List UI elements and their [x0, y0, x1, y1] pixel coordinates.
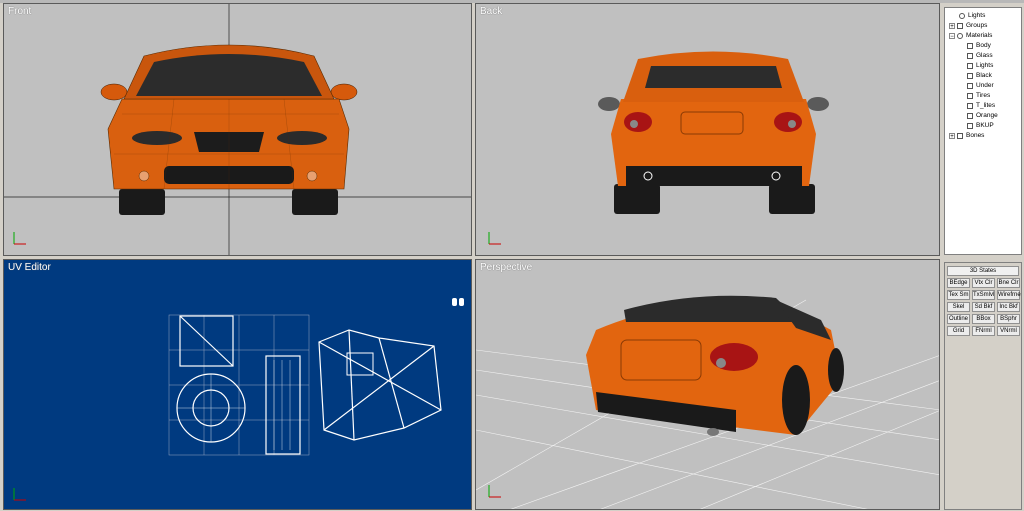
material-swatch-icon [967, 93, 973, 99]
front-viewport[interactable]: Front [3, 3, 472, 256]
material-swatch-icon [967, 63, 973, 69]
tree-item-material-lights[interactable]: Lights [967, 61, 993, 71]
collapse-icon[interactable]: − [949, 33, 955, 40]
back-car-render [488, 51, 829, 245]
tree-item-groups[interactable]: + Groups [949, 21, 987, 31]
group-icon [957, 23, 963, 29]
perspective-car-render [476, 295, 939, 509]
perspective-viewport-label: Perspective [480, 262, 533, 273]
state-button-skel[interactable]: Skel [947, 302, 970, 312]
tree-item-material-orange[interactable]: Orange [967, 111, 998, 121]
material-swatch-icon [967, 73, 973, 79]
state-button-inc-bkf[interactable]: Inc Bkf [997, 302, 1020, 312]
state-button-bedge[interactable]: BEdge [947, 278, 970, 288]
tree-item-materials[interactable]: − Materials [949, 31, 992, 41]
state-button-bsphr[interactable]: BSphr [997, 314, 1020, 324]
state-button-wireframe[interactable]: Wirefrne [997, 290, 1021, 300]
material-swatch-icon [967, 123, 973, 129]
3d-states-title-button[interactable]: 3D States [947, 266, 1019, 276]
state-button-bne-clr[interactable]: Bne Clr [997, 278, 1020, 288]
state-button-sd-bkf[interactable]: Sd Bkf [972, 302, 995, 312]
3d-states-panel: 3D States BEdge Vtx Clr Bne Clr Tex Sm T… [944, 262, 1022, 510]
tree-item-material-black[interactable]: Black [967, 71, 992, 81]
uv-editor-viewport[interactable]: UV Editor [3, 259, 472, 510]
tree-item-material-body[interactable]: Body [967, 41, 991, 51]
state-button-grid[interactable]: Grid [947, 326, 970, 336]
material-swatch-icon [967, 43, 973, 49]
perspective-viewport[interactable]: Perspective [475, 259, 940, 510]
material-icon [957, 33, 963, 39]
front-car-render [4, 4, 471, 255]
state-button-vtx-clr[interactable]: Vtx Clr [972, 278, 995, 288]
state-button-tex-sm[interactable]: Tex Sm [947, 290, 970, 300]
uv-layout-render [13, 298, 464, 501]
back-viewport-label: Back [480, 6, 503, 17]
tree-item-material-t-lites[interactable]: T_lites [967, 101, 995, 111]
back-viewport[interactable]: Back [475, 3, 940, 256]
tree-item-material-tires[interactable]: Tires [967, 91, 990, 101]
scene-tree-panel: Lights + Groups − Materials Body Glass Lig… [944, 7, 1022, 255]
material-swatch-icon [967, 83, 973, 89]
tree-item-material-bkup[interactable]: BKUP [967, 121, 994, 131]
tree-item-material-under[interactable]: Under [967, 81, 994, 91]
light-icon [959, 13, 965, 19]
state-button-vnrml[interactable]: VNrml [997, 326, 1020, 336]
state-button-bbox[interactable]: BBox [972, 314, 995, 324]
uv-editor-label: UV Editor [8, 262, 51, 273]
state-button-outline[interactable]: Outline [947, 314, 970, 324]
tree-item-material-glass[interactable]: Glass [967, 51, 993, 61]
expand-icon[interactable]: + [949, 23, 955, 30]
tree-item-bones[interactable]: + Bones [949, 131, 984, 141]
expand-icon[interactable]: + [949, 133, 955, 140]
front-viewport-label: Front [8, 6, 32, 17]
tree-item-lights[interactable]: Lights [959, 11, 985, 21]
state-button-fnrml[interactable]: FNrml [972, 326, 995, 336]
material-swatch-icon [967, 103, 973, 109]
material-swatch-icon [967, 53, 973, 59]
material-swatch-icon [967, 113, 973, 119]
bone-icon [957, 133, 963, 139]
state-button-txsmlvl[interactable]: TxSmlvl [972, 290, 995, 300]
